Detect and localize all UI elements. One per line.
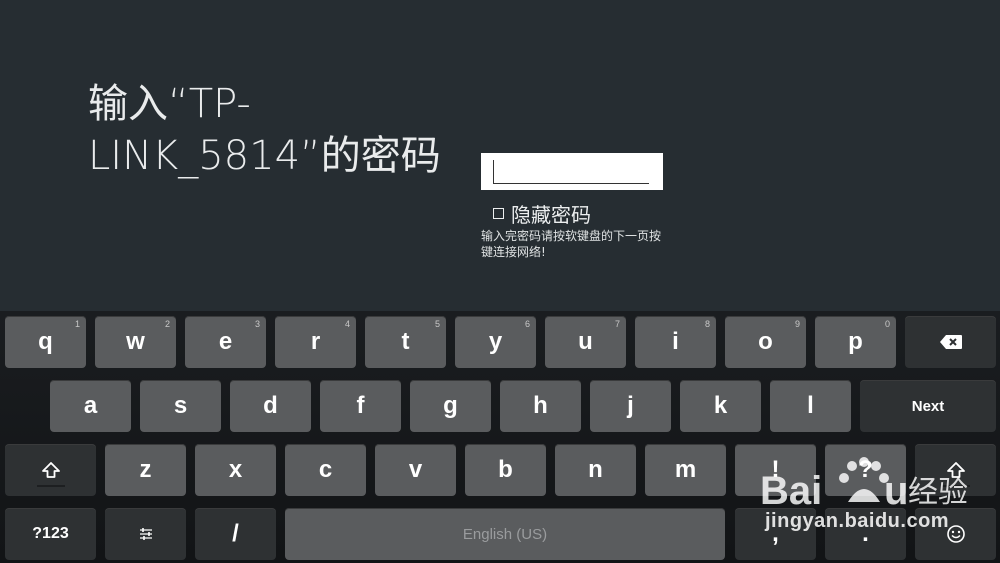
prompt-line-1: 输入“TP- [88,81,251,127]
key-hint-number: 8 [704,319,710,329]
hint-text: 输入完密码请按软键盘的下一页按键连接网络! [481,229,662,259]
key-label: c [318,456,333,483]
key-label: o [758,328,773,355]
key-label: j [627,392,634,419]
key-v[interactable]: v [375,444,456,496]
key-z[interactable]: z [105,444,186,496]
prompt-line-2: LINK_5814”的密码 [88,133,441,179]
key-n[interactable]: n [555,444,636,496]
shift-left-key[interactable] [5,444,96,496]
password-field-box[interactable] [481,153,663,190]
key-label: z [139,456,152,483]
key-j[interactable]: j [590,380,671,432]
key-label: n [588,456,603,483]
key-label: h [533,392,548,419]
password-input[interactable] [493,159,649,183]
key-label: s [173,392,188,419]
key-f[interactable]: f [320,380,401,432]
key-hint-number: 4 [344,319,350,329]
key-o[interactable]: o9 [725,316,806,368]
hide-password-checkbox[interactable] [493,208,504,219]
key-a[interactable]: a [50,380,131,432]
key-label: t [401,328,410,355]
key-label: w [126,328,145,355]
key-label: v [408,456,423,483]
slash-key[interactable]: / [195,508,276,560]
key-p[interactable]: p0 [815,316,896,368]
key-h[interactable]: h [500,380,581,432]
key-label: q [38,328,53,355]
key-y[interactable]: y6 [455,316,536,368]
key-k[interactable]: k [680,380,761,432]
key-t[interactable]: t5 [365,316,446,368]
key-hint-number: 3 [254,319,260,329]
backspace-key[interactable] [905,316,996,368]
baidu-logo: Bai u 经验 [760,457,968,513]
input-underline [493,183,649,184]
key-s[interactable]: s [140,380,221,432]
hide-password-option[interactable]: 隐藏密码 [493,199,591,228]
shift-indicator [36,485,65,487]
next-key[interactable]: Next [860,380,996,432]
key-label: e [218,328,233,355]
key-label: r [310,328,321,355]
symbols-key[interactable]: ?123 [5,508,96,560]
key-hint-number: 1 [74,319,80,329]
key-d[interactable]: d [230,380,311,432]
key-hint-number: 9 [794,319,800,329]
backspace-icon [939,335,962,349]
key-m[interactable]: m [645,444,726,496]
svg-text:Bai: Bai [760,469,822,513]
key-i[interactable]: i8 [635,316,716,368]
key-b[interactable]: b [465,444,546,496]
key-label: b [498,456,513,483]
space-bar[interactable]: English (US) [285,508,725,560]
key-e[interactable]: e3 [185,316,266,368]
key-hint-number: 7 [614,319,620,329]
key-label: x [228,456,243,483]
svg-text:经验: 经验 [908,475,968,510]
key-hint-number: 6 [524,319,530,329]
svg-text:u: u [884,469,908,513]
key-label: y [488,328,503,355]
key-g[interactable]: g [410,380,491,432]
hide-password-label: 隐藏密码 [511,203,591,227]
text-caret [493,160,494,183]
shift-icon [41,462,60,478]
settings-key[interactable] [105,508,186,560]
key-label: i [672,328,679,355]
baidu-jingyan-watermark: Bai u 经验 jingyan.baidu.com [760,454,980,554]
key-label: l [807,392,814,419]
key-label: a [83,392,98,419]
key-r[interactable]: r4 [275,316,356,368]
key-c[interactable]: c [285,444,366,496]
settings-sliders-icon [139,528,152,540]
key-w[interactable]: w2 [95,316,176,368]
key-q[interactable]: q1 [5,316,86,368]
key-hint-number: 0 [884,319,890,329]
key-label: k [713,392,728,419]
key-hint-number: 5 [434,319,440,329]
key-label: d [263,392,278,419]
key-u[interactable]: u7 [545,316,626,368]
key-hint-number: 2 [164,319,170,329]
key-label: g [443,392,458,419]
key-label: m [674,456,697,483]
key-l[interactable]: l [770,380,851,432]
key-x[interactable]: x [195,444,276,496]
key-label: u [578,328,593,355]
key-label: p [848,328,863,355]
wifi-password-prompt: 输入“TP- LINK_5814”的密码 [88,78,448,182]
watermark-url: jingyan.baidu.com [765,510,950,532]
key-label: f [356,392,365,419]
